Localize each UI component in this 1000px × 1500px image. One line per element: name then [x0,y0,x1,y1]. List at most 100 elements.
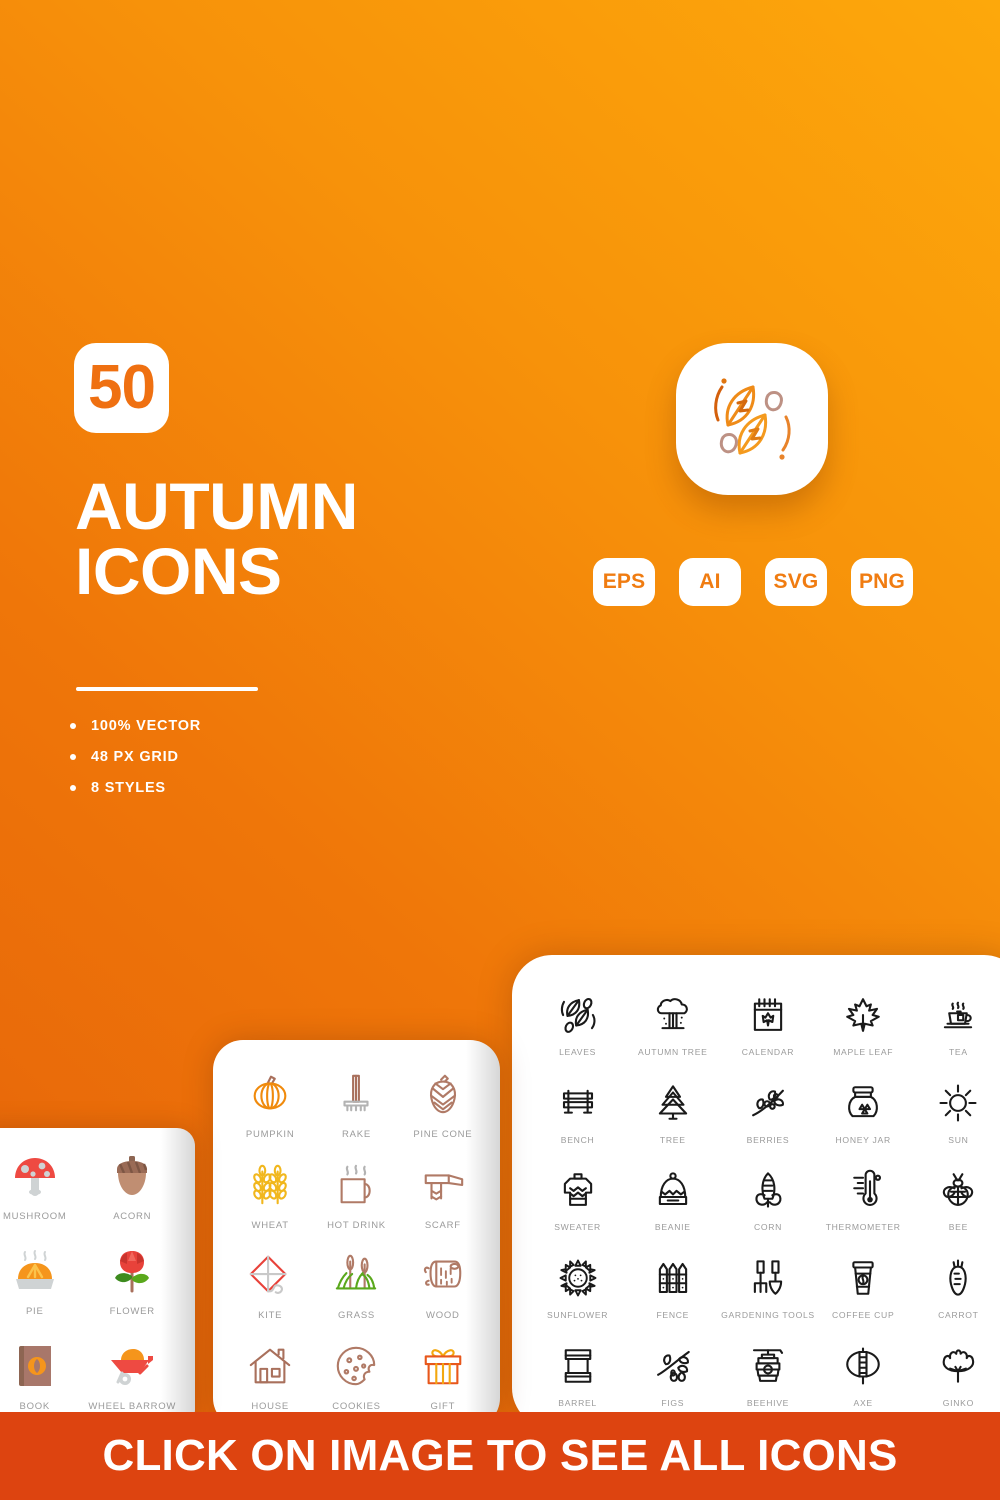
icon-cell[interactable]: GINKO [911,1330,1000,1418]
icon-cell[interactable]: ACORN [84,1138,182,1233]
icon-label: GINKO [942,1398,974,1409]
feature-label: 8 STYLES [91,779,166,796]
icon-cell[interactable]: HONEY JAR [816,1067,911,1155]
icon-cell[interactable]: PIE [0,1233,84,1328]
icon-label: BERRIES [746,1134,790,1145]
corn-icon [747,1164,789,1216]
icon-cell[interactable]: FIGS [625,1330,720,1418]
grass-icon [333,1247,379,1303]
icon-cell[interactable]: HOUSE [227,1330,313,1421]
book-icon [11,1338,59,1394]
wheat-icon [247,1157,293,1213]
icon-cell[interactable]: TREE [625,1067,720,1155]
cta-text: CLICK ON IMAGE TO SEE ALL ICONS [102,1431,898,1480]
icon-cell[interactable]: AXE [816,1330,911,1418]
icon-cell[interactable]: KITE [227,1239,313,1330]
icon-cell[interactable]: GRASS [313,1239,399,1330]
fence-icon [652,1252,694,1304]
leaves-icon [557,989,599,1041]
icon-label: CALENDAR [741,1046,795,1057]
icon-cell[interactable]: WHEEL BARROW [84,1327,182,1422]
icon-cell[interactable]: SWEATER [530,1155,625,1243]
icon-count-value: 50 [88,353,156,422]
format-badge-ai[interactable]: AI [679,558,741,606]
figs-icon [652,1340,694,1392]
format-badge-svg[interactable]: SVG [765,558,827,606]
tea-icon [937,989,979,1041]
barrel-icon [557,1340,599,1392]
icon-cell[interactable]: MUSHROOM [0,1138,84,1233]
icon-label: BEEHIVE [746,1398,790,1409]
flat-icons-card[interactable]: MUSHROOM ACORN PIE FLOWER BOOK WHEEL BAR… [0,1128,195,1428]
icon-cell[interactable]: RAKE [313,1058,399,1149]
pie-icon [11,1243,59,1299]
scarf-icon [420,1157,466,1213]
gardening-tools-icon [747,1252,789,1304]
icon-cell[interactable]: HOT DRINK [313,1149,399,1240]
coffee-cup-icon [842,1252,884,1304]
icon-label: COOKIES [332,1400,381,1412]
icon-label: GRASS [337,1310,375,1322]
icon-cell[interactable]: BERRIES [720,1067,815,1155]
line-icons-card[interactable]: LEAVES AUTUMN TREE CALENDAR MAPLE LEAF T… [512,955,1000,1428]
icon-cell[interactable]: COFFEE CUP [816,1242,911,1330]
icon-label: AUTUMN TREE [637,1046,708,1057]
feature-list: 100% VECTOR 48 PX GRID 8 STYLES [70,710,201,803]
sun-icon [937,1077,979,1129]
icon-cell[interactable]: CARROT [911,1242,1000,1330]
icon-label: SCARF [424,1219,461,1231]
colored-outline-icons-card[interactable]: PUMPKIN RAKE PINE CONE WHEAT HOT DRINK S… [213,1040,500,1428]
icon-label: BOOK [19,1400,50,1412]
icon-cell[interactable]: CALENDAR [720,979,815,1067]
promo-poster: 50 AUTUMN ICONS 100% VECTOR 48 PX GRID 8… [0,0,1000,1500]
icon-cell[interactable]: SUNFLOWER [530,1242,625,1330]
icon-label: BEE [948,1222,969,1233]
icon-cell[interactable]: CORN [720,1155,815,1243]
feature-label: 48 PX GRID [91,748,179,765]
house-icon [247,1338,293,1394]
icon-cell[interactable]: BEEHIVE [720,1330,815,1418]
icon-cell[interactable]: SUN [911,1067,1000,1155]
icon-cell[interactable]: BEANIE [625,1155,720,1243]
icon-label: KITE [258,1310,283,1322]
icon-cell[interactable]: COOKIES [313,1330,399,1421]
icon-cell[interactable]: WOOD [400,1239,486,1330]
icon-cell[interactable]: LEAVES [530,979,625,1067]
icon-cell[interactable]: PINE CONE [400,1058,486,1149]
tree-icon [652,1077,694,1129]
ginko-icon [937,1340,979,1392]
icon-label: BENCH [560,1134,595,1145]
icon-cell[interactable]: BEE [911,1155,1000,1243]
icon-cell[interactable]: FLOWER [84,1233,182,1328]
icon-cell[interactable]: BOOK [0,1327,84,1422]
icon-cell[interactable]: PUMPKIN [227,1058,313,1149]
mushroom-icon [11,1148,59,1204]
icon-cell[interactable]: BARREL [530,1330,625,1418]
sweater-icon [557,1164,599,1216]
acorn-icon [108,1148,156,1204]
feature-item: 48 PX GRID [70,741,201,772]
kite-icon [247,1247,293,1303]
format-label: SVG [773,570,819,593]
bench-icon [557,1077,599,1129]
icon-cell[interactable]: GIFT [400,1330,486,1421]
icon-cell[interactable]: FENCE [625,1242,720,1330]
gift-icon [420,1338,466,1394]
icon-label: TEA [948,1046,968,1057]
rake-icon [333,1066,379,1122]
icon-cell[interactable]: SCARF [400,1149,486,1240]
icon-cell[interactable]: THERMOMETER [816,1155,911,1243]
axe-icon [842,1340,884,1392]
icon-label: AXE [853,1398,873,1409]
icon-label: HOUSE [251,1400,289,1412]
cta-banner[interactable]: CLICK ON IMAGE TO SEE ALL ICONS [0,1412,1000,1500]
icon-cell[interactable]: AUTUMN TREE [625,979,720,1067]
icon-cell[interactable]: TEA [911,979,1000,1067]
format-badge-png[interactable]: PNG [851,558,913,606]
icon-cell[interactable]: BENCH [530,1067,625,1155]
icon-cell[interactable]: MAPLE LEAF [816,979,911,1067]
icon-cell[interactable]: WHEAT [227,1149,313,1240]
icon-label: SWEATER [554,1222,601,1233]
icon-cell[interactable]: GARDENING TOOLS [720,1242,815,1330]
format-badge-eps[interactable]: EPS [593,558,655,606]
